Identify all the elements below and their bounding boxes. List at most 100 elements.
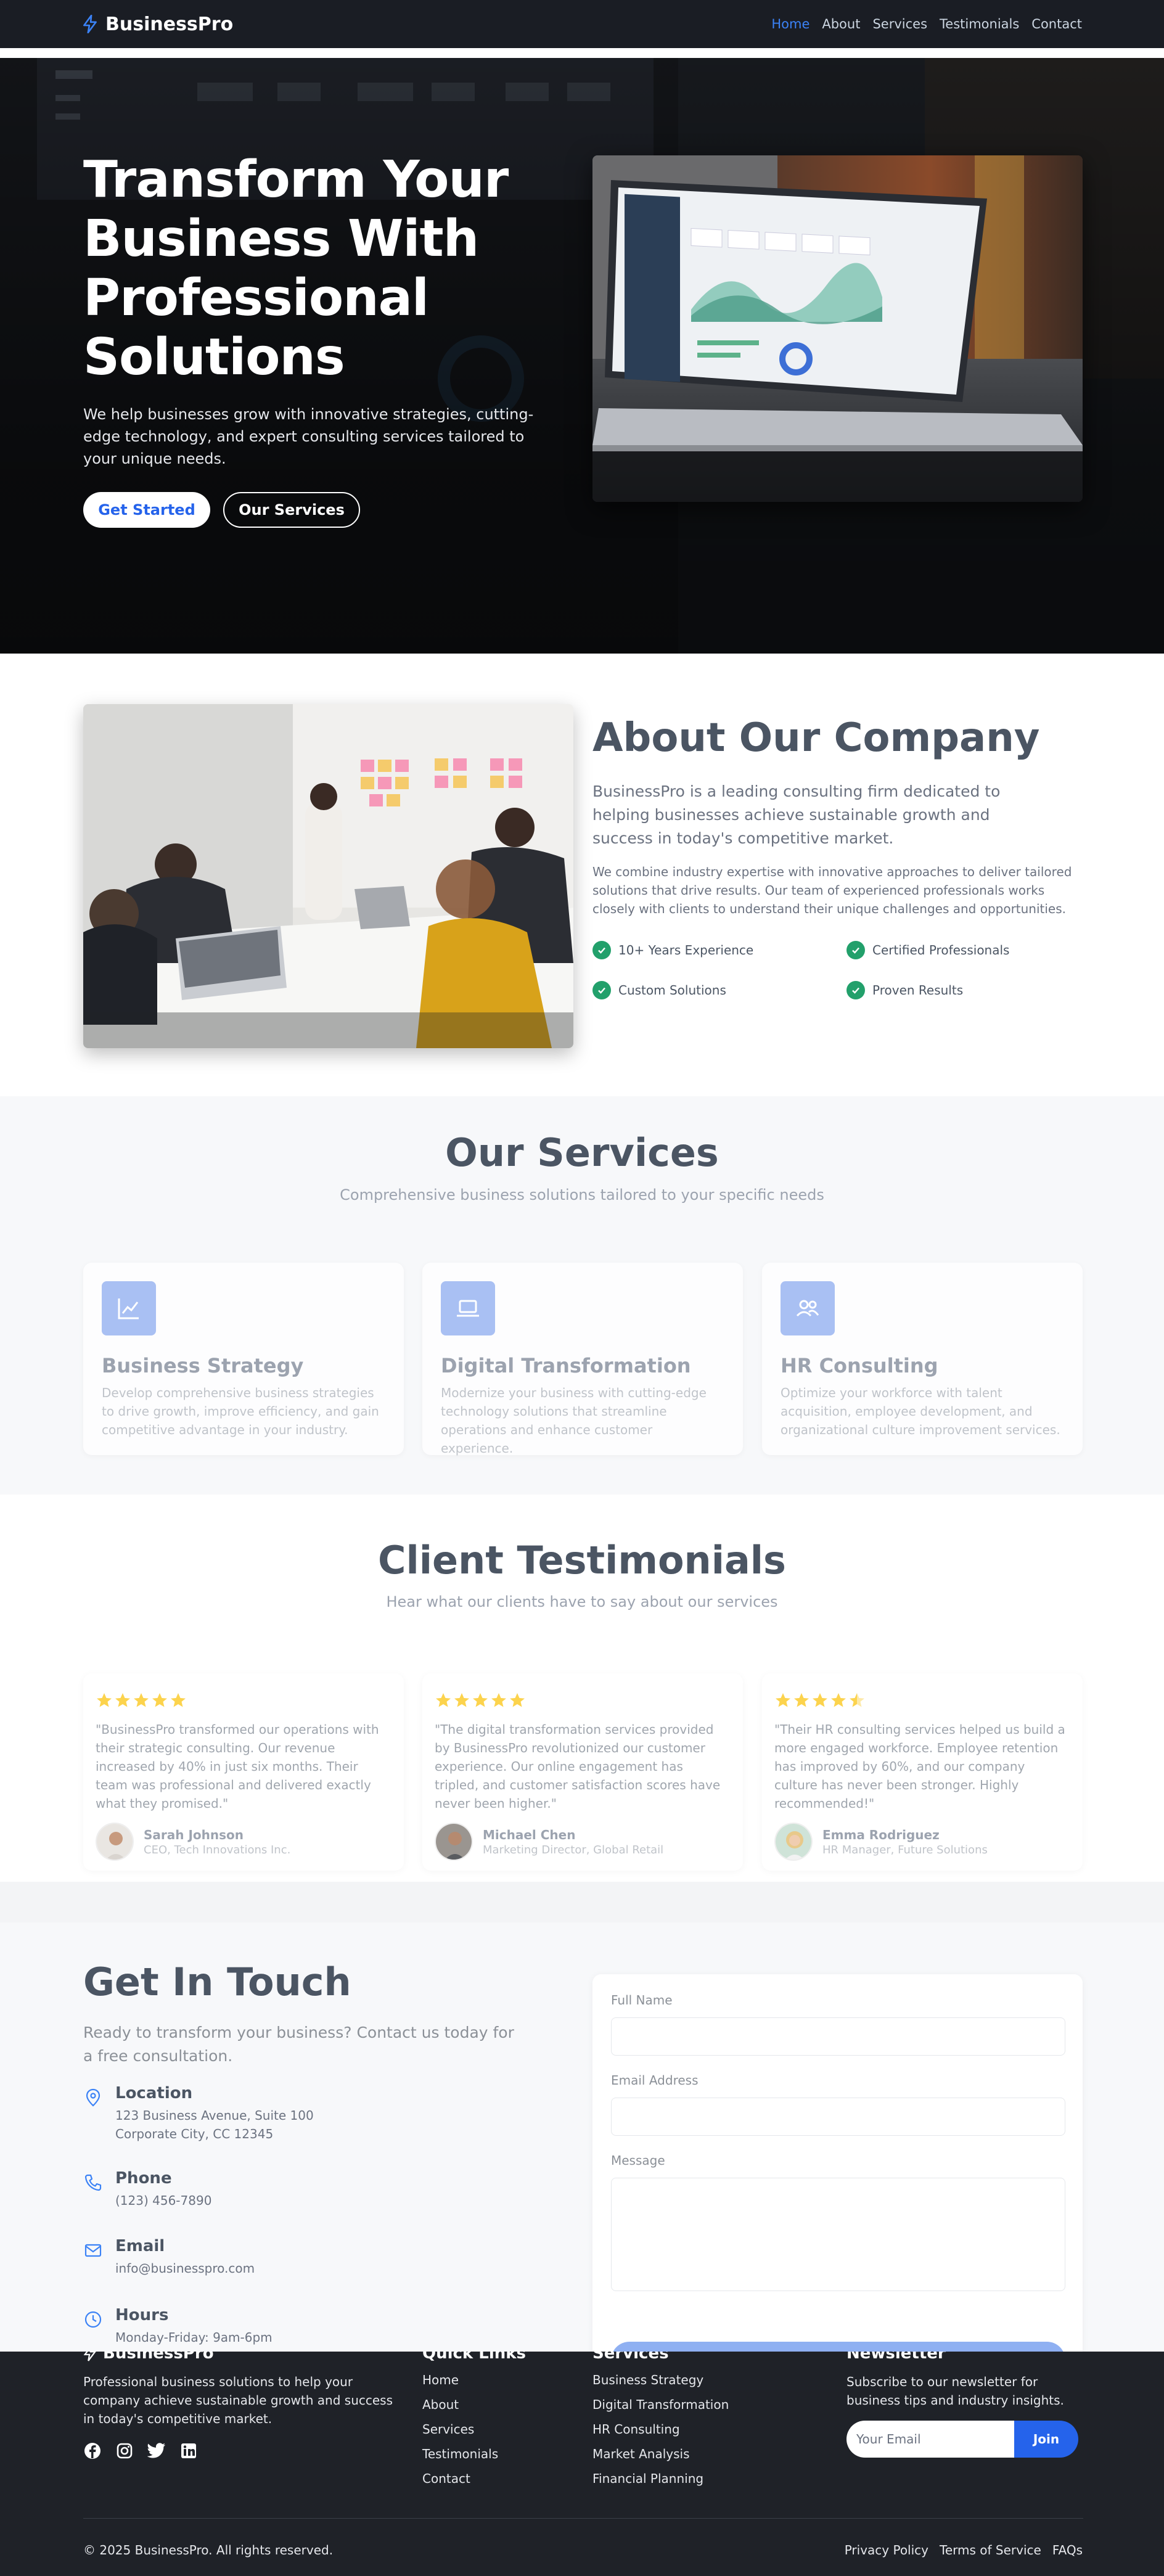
contact-info-title: Hours bbox=[115, 2306, 169, 2324]
users-icon bbox=[781, 1281, 835, 1335]
nav-link-services[interactable]: Services bbox=[872, 17, 927, 31]
footer-link-services[interactable]: Services bbox=[422, 2422, 474, 2437]
service-card-business-strategy[interactable]: Business Strategy Develop comprehensive … bbox=[83, 1263, 404, 1455]
footer-divider bbox=[83, 2518, 1083, 2519]
instagram-icon[interactable] bbox=[115, 2442, 134, 2460]
avatar bbox=[774, 1823, 813, 1861]
services-title: Our Services bbox=[445, 1130, 719, 1175]
message-textarea[interactable] bbox=[611, 2178, 1065, 2291]
social-links bbox=[83, 2442, 198, 2460]
testimonials-title: Client Testimonials bbox=[378, 1538, 786, 1583]
footer-link-about[interactable]: About bbox=[422, 2397, 459, 2412]
contact-info-title: Location bbox=[115, 2084, 193, 2102]
star-rating bbox=[774, 1692, 1070, 1709]
about-section: About Our Company BusinessPro is a leadi… bbox=[0, 654, 1164, 1096]
service-title: Business Strategy bbox=[102, 1354, 304, 1377]
footer-about: Professional business solutions to help … bbox=[83, 2374, 393, 2426]
nav-links: Home About Services Testimonials Contact bbox=[771, 17, 1082, 31]
footer-link-testimonials[interactable]: Testimonials bbox=[422, 2447, 498, 2461]
envelope-icon bbox=[84, 2244, 102, 2257]
hero-title: Transform Your Business With Professiona… bbox=[83, 150, 509, 387]
testimonial-card: "The digital transformation services pro… bbox=[422, 1673, 743, 1871]
testimonial-author: Emma Rodriguez HR Manager, Future Soluti… bbox=[774, 1823, 1070, 1861]
copyright-text: © 2025 BusinessPro. All rights reserved. bbox=[83, 2543, 334, 2558]
team-meeting-image bbox=[83, 704, 573, 1048]
nav-link-home[interactable]: Home bbox=[771, 17, 809, 31]
star-rating bbox=[435, 1692, 731, 1709]
brand-logo[interactable]: BusinessPro bbox=[82, 14, 233, 35]
newsletter-title: Newsletter bbox=[846, 2352, 946, 2363]
contact-info-title: Phone bbox=[115, 2169, 172, 2188]
contact-location: Location 123 Business Avenue, Suite 100 … bbox=[83, 2084, 314, 2143]
our-services-button[interactable]: Our Services bbox=[223, 492, 360, 528]
testimonial-card: "Their HR consulting services helped us … bbox=[762, 1673, 1083, 1871]
faqs-link[interactable]: FAQs bbox=[1052, 2543, 1083, 2558]
top-navbar: BusinessPro Home About Services Testimon… bbox=[0, 0, 1164, 48]
footer-service-link[interactable]: Financial Planning bbox=[592, 2471, 703, 2486]
feature-item: 10+ Years Experience bbox=[592, 941, 753, 959]
nav-link-testimonials[interactable]: Testimonials bbox=[940, 17, 1019, 31]
message-label: Message bbox=[611, 2153, 665, 2168]
feature-label: Custom Solutions bbox=[618, 983, 726, 998]
service-title: HR Consulting bbox=[781, 1354, 938, 1377]
footer-service-link[interactable]: HR Consulting bbox=[592, 2422, 680, 2437]
contact-phone-number[interactable]: (123) 456-7890 bbox=[115, 2191, 211, 2210]
newsletter-email-input[interactable]: Your Email bbox=[846, 2421, 1014, 2458]
laptop-icon bbox=[441, 1281, 495, 1335]
author-role: Marketing Director, Global Retail bbox=[483, 1843, 664, 1856]
twitter-icon[interactable] bbox=[147, 2442, 166, 2460]
contact-hours-text: Monday-Friday: 9am-6pm bbox=[115, 2330, 273, 2345]
check-icon bbox=[846, 981, 865, 999]
services-section: Our Services Comprehensive business solu… bbox=[0, 1096, 1164, 1495]
check-icon bbox=[846, 941, 865, 959]
legal-links: Privacy Policy Terms of Service FAQs bbox=[845, 2543, 1083, 2558]
footer-brand-name: BusinessPro bbox=[103, 2352, 214, 2363]
facebook-icon[interactable] bbox=[83, 2442, 102, 2460]
author-role: CEO, Tech Innovations Inc. bbox=[144, 1843, 291, 1856]
service-card-digital-transformation[interactable]: Digital Transformation Modernize your bu… bbox=[422, 1263, 743, 1456]
service-card-hr-consulting[interactable]: HR Consulting Optimize your workforce wi… bbox=[762, 1263, 1083, 1455]
footer-service-link[interactable]: Business Strategy bbox=[592, 2373, 703, 2387]
author-role: HR Manager, Future Solutions bbox=[822, 1843, 988, 1856]
contact-section: Get In Touch Ready to transform your bus… bbox=[0, 1922, 1164, 2379]
terms-of-service-link[interactable]: Terms of Service bbox=[940, 2543, 1041, 2558]
get-started-button[interactable]: Get Started bbox=[83, 492, 210, 528]
privacy-policy-link[interactable]: Privacy Policy bbox=[845, 2543, 928, 2558]
bolt-icon bbox=[83, 2352, 96, 2361]
services-subtitle: Comprehensive business solutions tailore… bbox=[340, 1186, 824, 1204]
email-address-input[interactable] bbox=[611, 2098, 1065, 2136]
about-title: About Our Company bbox=[592, 715, 1040, 761]
contact-hours: Hours Monday-Friday: 9am-6pm bbox=[83, 2306, 273, 2347]
nav-link-about[interactable]: About bbox=[822, 17, 860, 31]
email-address-label: Email Address bbox=[611, 2073, 699, 2088]
contact-lead: Ready to transform your business? Contac… bbox=[83, 2024, 514, 2065]
brand-name: BusinessPro bbox=[105, 13, 234, 35]
star-rating bbox=[96, 1692, 391, 1709]
section-divider bbox=[0, 1882, 1164, 1922]
about-lead: BusinessPro is a leading consulting firm… bbox=[592, 782, 1001, 847]
hero-section: Transform Your Business With Professiona… bbox=[0, 58, 1164, 654]
quick-links-title: Quick Links bbox=[422, 2352, 527, 2363]
newsletter-text: Subscribe to our newsletter for business… bbox=[846, 2374, 1064, 2408]
newsletter-join-button[interactable]: Join bbox=[1014, 2421, 1078, 2458]
author-name: Sarah Johnson bbox=[144, 1827, 244, 1842]
hero-subtitle: We help businesses grow with innovative … bbox=[83, 406, 534, 467]
about-body: We combine industry expertise with innov… bbox=[592, 864, 1072, 916]
footer-link-contact[interactable]: Contact bbox=[422, 2471, 470, 2486]
contact-email-address[interactable]: info@businesspro.com bbox=[115, 2259, 255, 2278]
feature-label: 10+ Years Experience bbox=[618, 943, 754, 958]
linkedin-icon[interactable] bbox=[179, 2442, 198, 2460]
footer-link-home[interactable]: Home bbox=[422, 2373, 459, 2387]
contact-address-line1: 123 Business Avenue, Suite 100 bbox=[115, 2108, 314, 2123]
bolt-icon bbox=[83, 15, 97, 33]
avatar bbox=[435, 1823, 473, 1861]
testimonial-quote: "Their HR consulting services helped us … bbox=[774, 1722, 1065, 1811]
testimonials-subtitle: Hear what our clients have to say about … bbox=[386, 1593, 778, 1610]
nav-link-contact[interactable]: Contact bbox=[1031, 17, 1082, 31]
full-name-input[interactable] bbox=[611, 2017, 1065, 2056]
footer-service-link[interactable]: Digital Transformation bbox=[592, 2397, 729, 2412]
footer-service-link[interactable]: Market Analysis bbox=[592, 2447, 690, 2461]
contact-info-title: Email bbox=[115, 2237, 165, 2255]
clock-icon bbox=[84, 2311, 102, 2328]
contact-email: Email info@businesspro.com bbox=[83, 2237, 255, 2278]
